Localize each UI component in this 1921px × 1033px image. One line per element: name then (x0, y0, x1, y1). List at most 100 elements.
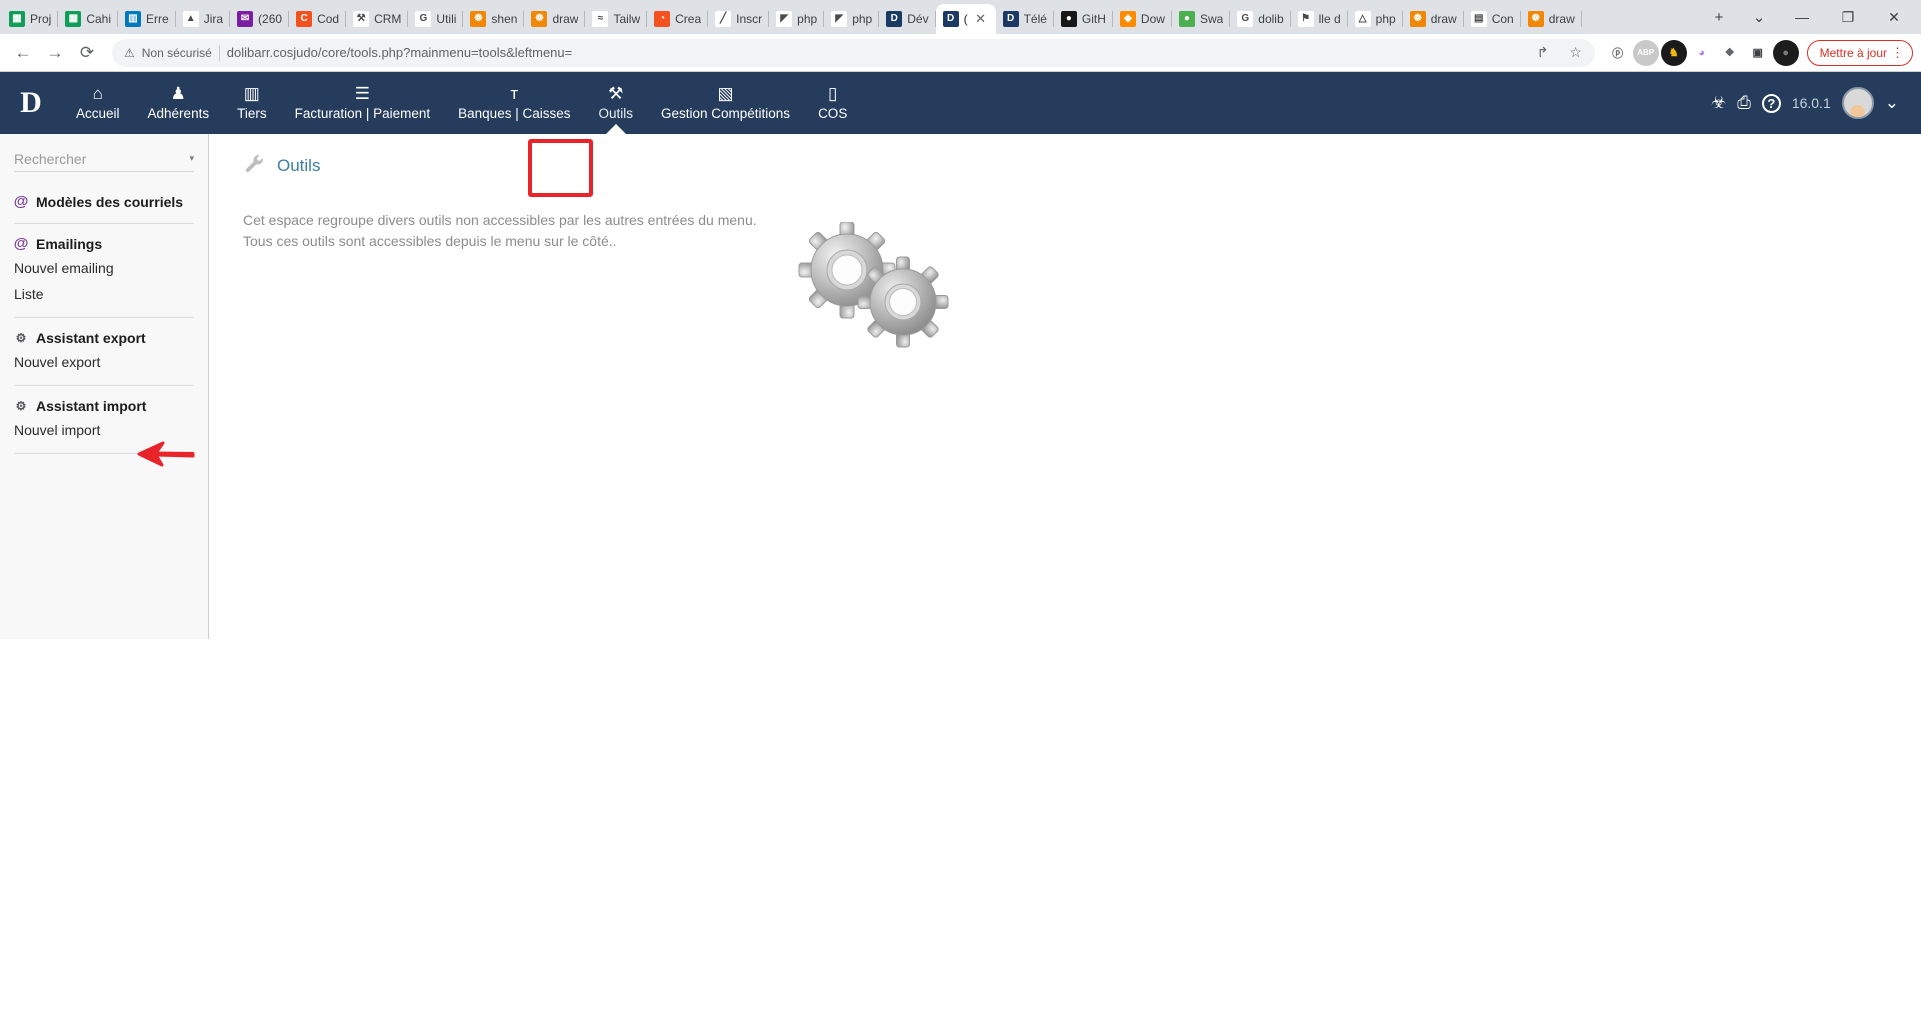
address-bar[interactable]: ⚠ Non sécurisé dolibarr.cosjudo/core/too… (112, 38, 1595, 67)
browser-tab[interactable]: D Télé (996, 4, 1054, 34)
main-menu-item-tiers[interactable]: ▥ Tiers (223, 72, 281, 134)
main-menu-item-outils[interactable]: ⚒ Outils (584, 72, 647, 134)
browser-tab[interactable]: ◤ php (769, 4, 825, 34)
main-menu-item-label: COS (818, 106, 848, 121)
browser-tab-title: draw (552, 12, 579, 26)
url-text[interactable]: dolibarr.cosjudo/core/tools.php?mainmenu… (227, 45, 1523, 60)
sidepanel-icon[interactable]: ▣ (1744, 39, 1771, 66)
bookmark-star-icon[interactable]: ☆ (1563, 40, 1589, 66)
sidebar-group-title: Emailings (36, 236, 103, 252)
sidebar-item-nouvel-export[interactable]: Nouvel export (14, 348, 194, 374)
metamask-extension[interactable]: ♞ (1660, 39, 1687, 66)
sidebar-group-header[interactable]: @ Emailings (14, 234, 194, 254)
browser-tab[interactable]: ▥ Erre (118, 4, 176, 34)
sidebar-item-liste[interactable]: Liste (14, 280, 194, 306)
search-chevron-down-icon[interactable]: ▾ (189, 153, 194, 164)
tab-close-icon[interactable]: ✕ (973, 11, 989, 27)
browser-tab[interactable]: ◔ Crea (647, 4, 709, 34)
main-menu-item-label: Adhérents (147, 106, 210, 121)
wrench-icon (243, 152, 265, 180)
forward-button[interactable]: → (40, 38, 70, 68)
browser-tab[interactable]: ▲ Jira (176, 4, 231, 34)
gears-icon: ⚙ (15, 331, 27, 345)
browser-tab-title: draw (1430, 12, 1457, 26)
browser-tab[interactable]: ● GitH (1054, 4, 1113, 34)
main-menu-item-accueil[interactable]: ⌂ Accueil (62, 72, 134, 134)
user-menu-chevron-down-icon[interactable]: ⌄ (1885, 93, 1899, 113)
extensions-area: ⓟ ABP ♞ ◕ ❖ ▣ ● (1604, 39, 1799, 66)
dolibarr-icon: D (1002, 11, 1019, 27)
sidebar-group-header[interactable]: @ Modèles des courriels (14, 192, 194, 212)
adblock-plus-extension[interactable]: ABP (1632, 39, 1659, 66)
puzzle-extensions-icon[interactable]: ❖ (1716, 39, 1743, 66)
sidebar-search-box[interactable]: Rechercher ▾ (14, 146, 194, 172)
new-tab-button[interactable]: + (1699, 2, 1739, 32)
user-avatar[interactable] (1841, 87, 1874, 119)
update-chrome-button[interactable]: Mettre à jour ⋮ (1806, 39, 1913, 66)
main-menu-item-adh-rents[interactable]: ♟ Adhérents (134, 72, 224, 134)
reload-button[interactable]: ⟳ (72, 38, 102, 68)
search-input[interactable]: Rechercher (14, 151, 86, 167)
drive-icon: △ (1354, 11, 1371, 27)
dolibarr-icon: D (942, 11, 959, 27)
main-menu-item-label: Accueil (76, 106, 120, 121)
drawio-icon: ☸ (1527, 11, 1544, 27)
browser-tab[interactable]: ⚒ CRM (346, 4, 409, 34)
browser-tab[interactable]: ▦ Cahi (58, 4, 118, 34)
window-minimize-button[interactable]: — (1779, 0, 1825, 34)
browser-tab[interactable]: Gdolib (1230, 4, 1291, 34)
main-menu-item-cos[interactable]: ▯ COS (804, 72, 861, 134)
window-close-button[interactable]: ✕ (1871, 0, 1917, 34)
user-icon: ♟ (170, 83, 186, 103)
browser-tab[interactable]: ◤ php (824, 4, 880, 34)
browser-tab[interactable]: ╱ Inscr (708, 4, 770, 34)
maps-icon: ⚑ (1297, 11, 1314, 27)
window-maximize-button[interactable]: ❐ (1825, 0, 1871, 34)
browser-tab[interactable]: ☸ draw (1521, 4, 1582, 34)
back-button[interactable]: ← (8, 38, 38, 68)
sidebar-group-header[interactable]: ⚙ Assistant import (14, 396, 194, 416)
browser-tab[interactable]: ◆ Dow (1113, 4, 1172, 34)
sidebar-group-header[interactable]: ⚙ Assistant export (14, 328, 194, 348)
browser-tab[interactable]: ≈ Tailw (585, 4, 647, 34)
main-menu-item-facturation-paiement[interactable]: ☰ Facturation | Paiement (281, 72, 445, 134)
browser-tab[interactable]: ▦ Proj (2, 4, 59, 34)
bug-icon[interactable]: ☣ (1711, 93, 1726, 113)
browser-tab[interactable]: ▤ Con (1464, 4, 1521, 34)
browser-tab[interactable]: ☸ draw (1403, 4, 1464, 34)
wrench-icon: ⚒ (608, 83, 624, 103)
share-icon[interactable]: ↱ (1530, 40, 1556, 66)
chrome-menu-dots-icon[interactable]: ⋮ (1891, 46, 1904, 59)
print-icon[interactable]: ⎙ (1737, 93, 1751, 113)
colorzilla-extension[interactable]: ◕ (1688, 39, 1715, 66)
browser-tab[interactable]: ● Swa (1172, 4, 1231, 34)
browser-tab-title: Con (1491, 12, 1514, 26)
pinterest-extension[interactable]: ⓟ (1604, 39, 1631, 66)
sidebar-item-nouvel-emailing[interactable]: Nouvel emailing (14, 254, 194, 280)
browser-tab[interactable]: ☸ shen (463, 4, 525, 34)
browser-tab[interactable]: △ php (1348, 4, 1403, 34)
main-menu-item-gestion-comp-titions[interactable]: ▧ Gestion Compétitions (647, 72, 804, 134)
github-icon: ● (1060, 11, 1077, 27)
dolibarr-logo[interactable]: D (0, 72, 62, 134)
browser-toolbar: ← → ⟳ ⚠ Non sécurisé dolibarr.cosjudo/co… (0, 34, 1921, 71)
profile-avatar[interactable]: ● (1772, 39, 1799, 66)
browser-tab[interactable]: ⚑ lle d (1291, 4, 1348, 34)
swagger-icon: ● (1178, 11, 1195, 27)
browser-tab[interactable]: C Cod (289, 4, 347, 34)
browser-tab[interactable]: G Utili (408, 4, 464, 34)
description-line-2: Tous ces outils sont accessibles depuis … (243, 233, 617, 249)
browser-tab[interactable]: D (✕ (935, 4, 996, 34)
page-title: Outils (277, 156, 321, 175)
description-line-1: Cet espace regroupe divers outils non ac… (243, 212, 757, 228)
sidebar-group-title: Modèles des courriels (36, 194, 184, 210)
browser-tab[interactable]: ☸ draw (524, 4, 586, 34)
browser-tab-title: Jira (203, 12, 224, 26)
browser-tab[interactable]: D Dév (879, 4, 936, 34)
note-icon: ▧ (717, 83, 734, 103)
browser-tab[interactable]: ✉ (260 (230, 4, 290, 34)
main-menu-item-banques-caisses[interactable]: ᴛ Banques | Caisses (444, 72, 584, 134)
tab-search-button[interactable]: ⌄ (1739, 2, 1779, 32)
drawio-icon: ☸ (531, 11, 548, 27)
help-icon[interactable]: ? (1761, 93, 1781, 113)
